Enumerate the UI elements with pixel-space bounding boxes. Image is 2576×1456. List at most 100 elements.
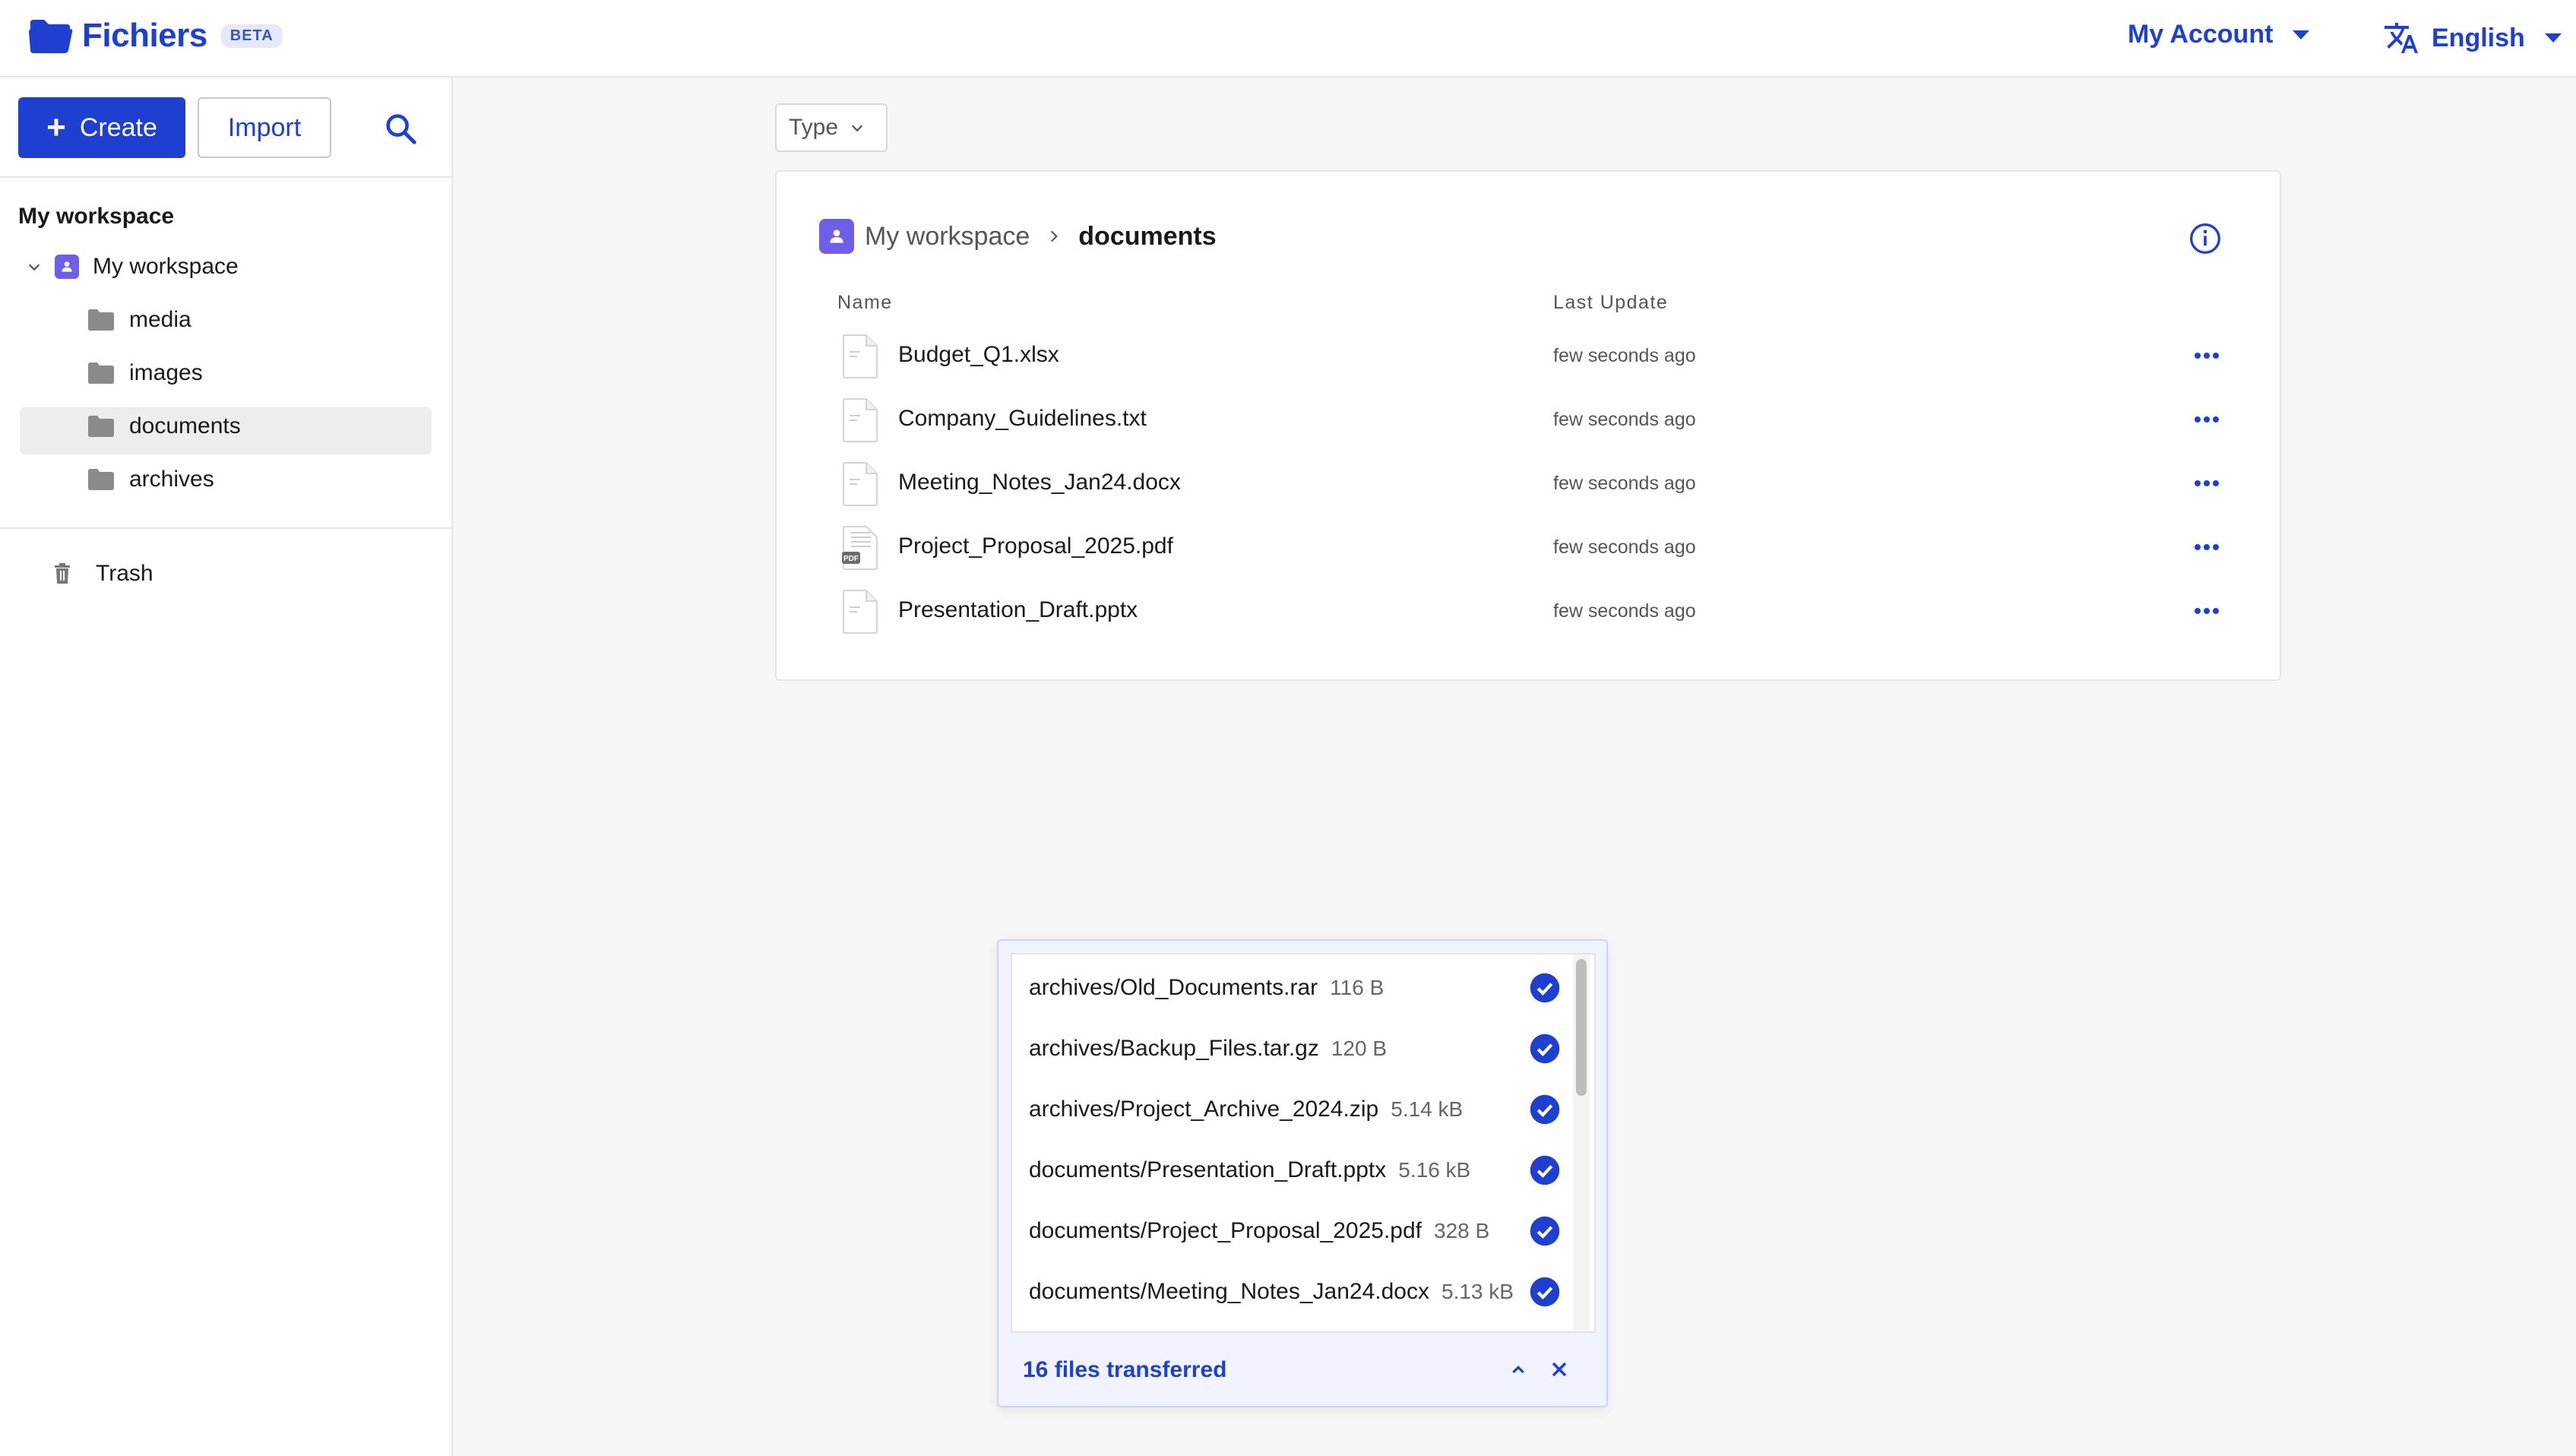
tree-root-label: My workspace [93,254,239,279]
check-circle-icon [1530,1155,1560,1185]
type-filter-label: Type [789,115,839,140]
chevron-right-icon [1051,230,1059,242]
folder-label: documents [129,413,241,438]
table-row[interactable]: Company_Guidelines.txt few seconds ago [777,388,2281,451]
more-options-icon[interactable] [2191,532,2222,562]
more-options-icon[interactable] [2191,468,2222,499]
folder-label: media [129,307,191,332]
check-circle-icon [1530,1094,1560,1125]
upload-size: 5.14 kB [1391,1097,1464,1121]
folder-icon [88,309,114,331]
trash-label: Trash [96,561,153,586]
file-icon [843,398,878,442]
section-title: My workspace [18,204,175,229]
breadcrumb-root[interactable]: My workspace [865,222,1030,252]
workspace-icon [55,255,79,279]
file-last-update: few seconds ago [1553,473,1696,494]
type-filter-dropdown[interactable]: Type [775,103,888,152]
account-menu[interactable]: My Account [2128,20,2310,49]
upload-size: 328 B [1434,1219,1490,1242]
upload-item: archives/Backup_Files.tar.gz 120 B [1029,1018,1387,1079]
column-header-last-update[interactable]: Last Update [1553,292,1668,314]
upload-size: 116 B [1330,976,1385,999]
upload-item: archives/Old_Documents.rar 116 B [1029,957,1384,1018]
create-button[interactable]: + Create [18,97,185,158]
upload-size: 5.13 kB [1441,1280,1514,1303]
upload-list[interactable]: archives/Old_Documents.rar 116 B archive… [1011,953,1596,1333]
file-last-update: few seconds ago [1553,537,1696,558]
tree-item-my-workspace[interactable]: My workspace [26,254,239,280]
file-name[interactable]: Budget_Q1.xlsx [898,342,1059,368]
workspace-icon [819,219,854,254]
search-icon[interactable] [383,111,418,146]
svg-text:PDF: PDF [843,555,859,563]
upload-item: archives/Project_Archive_2024.zip 5.14 k… [1029,1079,1463,1140]
import-label: Import [227,112,302,142]
more-options-icon[interactable] [2191,404,2222,435]
sidebar-item-documents[interactable]: documents [88,413,241,439]
folder-icon [88,362,114,384]
file-last-update: few seconds ago [1553,345,1696,366]
beta-badge: BETA [220,24,283,48]
upload-item: documents/Project_Proposal_2025.pdf 328 … [1029,1201,1489,1261]
table-row[interactable]: Budget_Q1.xlsx few seconds ago [777,324,2281,388]
scrollbar-thumb[interactable] [1576,959,1587,1096]
more-options-icon[interactable] [2191,340,2222,371]
upload-path: documents/Project_Proposal_2025.pdf [1029,1218,1422,1243]
file-icon [843,590,878,634]
sidebar-item-trash[interactable]: Trash [53,561,153,587]
chevron-up-icon[interactable] [1506,1357,1530,1382]
info-icon[interactable] [2188,222,2222,255]
file-last-update: few seconds ago [1553,600,1696,622]
import-button[interactable]: Import [198,97,331,158]
app-logo[interactable]: Fichiers BETA [29,17,283,55]
upload-path: archives/Old_Documents.rar [1029,975,1318,1000]
plus-icon: + [46,109,66,146]
chevron-down-icon [851,125,863,132]
check-circle-icon [1530,1277,1560,1307]
pdf-icon: PDF [842,526,878,570]
sidebar: + Create Import My workspace My workspac… [0,78,453,1456]
column-header-name[interactable]: Name [837,292,893,314]
sidebar-item-media[interactable]: media [88,307,191,333]
caret-down-icon [2293,30,2310,40]
app-name: Fichiers [82,17,207,54]
folder-logo-icon [29,20,73,53]
file-name[interactable]: Project_Proposal_2025.pdf [898,533,1173,559]
sidebar-divider [0,527,453,529]
upload-path: documents/Meeting_Notes_Jan24.docx [1029,1279,1429,1304]
file-list-card: My workspace documents Name Last Update … [775,170,2281,681]
file-name[interactable]: Presentation_Draft.pptx [898,597,1138,623]
language-label: English [2432,23,2525,52]
sidebar-divider [0,176,453,178]
upload-size: 120 B [1331,1037,1388,1060]
sidebar-item-archives[interactable]: archives [88,467,214,492]
folder-icon [88,469,114,490]
file-name[interactable]: Company_Guidelines.txt [898,406,1147,432]
upload-size: 5.16 kB [1398,1158,1471,1182]
file-icon [843,334,878,378]
folder-label: images [129,360,203,385]
chevron-down-icon[interactable] [26,258,43,275]
upload-item: documents/Presentation_Draft.pptx 5.16 k… [1029,1140,1470,1201]
check-circle-icon [1530,1033,1560,1064]
upload-path: archives/Project_Archive_2024.zip [1029,1097,1379,1122]
sidebar-item-images[interactable]: images [88,360,203,386]
table-row[interactable]: Meeting_Notes_Jan24.docx few seconds ago [777,451,2281,515]
more-options-icon[interactable] [2191,596,2222,626]
table-row[interactable]: PDF Project_Proposal_2025.pdf few second… [777,515,2281,579]
breadcrumb: My workspace documents [819,219,1217,254]
folder-icon [88,416,114,437]
file-name[interactable]: Meeting_Notes_Jan24.docx [898,470,1181,495]
folder-label: archives [129,467,214,492]
trash-icon [55,563,70,584]
file-icon [843,462,878,506]
check-circle-icon [1530,973,1560,1003]
top-header: Fichiers BETA My Account English [0,0,2576,78]
table-row[interactable]: Presentation_Draft.pptx few seconds ago [777,579,2281,643]
close-icon[interactable] [1547,1357,1571,1382]
account-label: My Account [2128,20,2274,49]
language-menu[interactable]: English [2383,20,2562,56]
upload-item: documents/Meeting_Notes_Jan24.docx 5.13 … [1029,1261,1514,1322]
caret-down-icon [2544,33,2562,43]
